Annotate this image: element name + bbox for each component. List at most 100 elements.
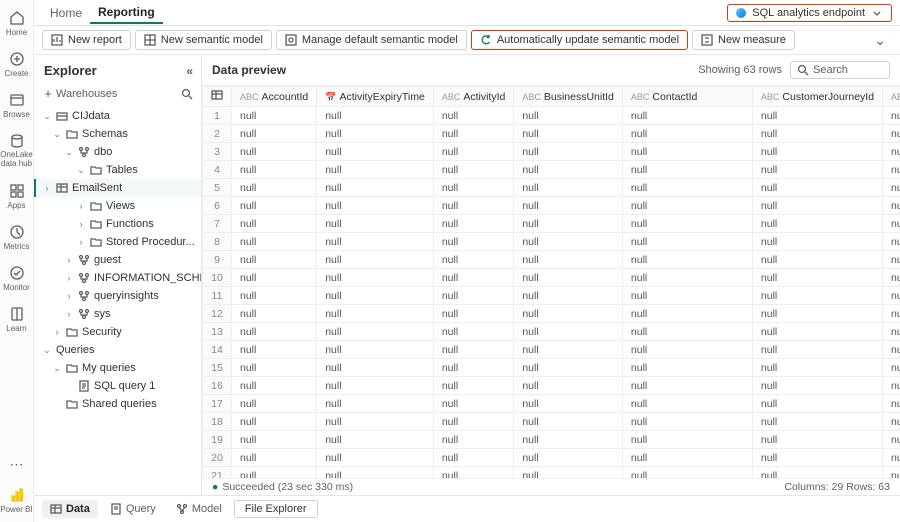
cell[interactable]: null <box>752 107 882 125</box>
cell[interactable]: null <box>433 143 514 161</box>
table-row[interactable]: 9nullnullnullnullnullnullnull <box>203 251 900 269</box>
row-number[interactable]: 4 <box>203 161 232 179</box>
cell[interactable]: null <box>622 467 752 479</box>
grid-corner[interactable] <box>203 87 232 107</box>
table-row[interactable]: 8nullnullnullnullnullnullnull <box>203 233 900 251</box>
file-explorer-button[interactable]: File Explorer <box>234 500 318 518</box>
manage-default-model-button[interactable]: Manage default semantic model <box>276 30 467 50</box>
cell[interactable]: null <box>232 197 317 215</box>
cell[interactable]: null <box>433 107 514 125</box>
row-number[interactable]: 2 <box>203 125 232 143</box>
cell[interactable]: null <box>514 431 623 449</box>
cell[interactable]: null <box>433 269 514 287</box>
endpoint-selector[interactable]: SQL analytics endpoint <box>727 4 892 22</box>
cell[interactable]: null <box>317 431 434 449</box>
tab-reporting[interactable]: Reporting <box>90 1 163 24</box>
cell[interactable]: null <box>514 377 623 395</box>
row-number[interactable]: 14 <box>203 341 232 359</box>
cell[interactable]: null <box>883 305 900 323</box>
cell[interactable]: null <box>232 179 317 197</box>
cell[interactable]: null <box>232 233 317 251</box>
tree-node-emailsent[interactable]: ›EmailSent <box>34 179 201 197</box>
table-row[interactable]: 7nullnullnullnullnullnullnull <box>203 215 900 233</box>
cell[interactable]: null <box>622 323 752 341</box>
search-input[interactable]: Search <box>790 61 890 79</box>
cell[interactable]: null <box>514 143 623 161</box>
cell[interactable]: null <box>622 395 752 413</box>
cell[interactable]: null <box>433 323 514 341</box>
cell[interactable]: null <box>622 179 752 197</box>
new-semantic-model-button[interactable]: New semantic model <box>135 30 272 50</box>
cell[interactable]: null <box>752 215 882 233</box>
row-number[interactable]: 1 <box>203 107 232 125</box>
row-number[interactable]: 8 <box>203 233 232 251</box>
explorer-warehouses-row[interactable]: + Warehouses <box>34 82 201 107</box>
table-row[interactable]: 10nullnullnullnullnullnullnull <box>203 269 900 287</box>
cell[interactable]: null <box>232 395 317 413</box>
cell[interactable]: null <box>883 395 900 413</box>
cell[interactable]: null <box>232 449 317 467</box>
cell[interactable]: null <box>622 341 752 359</box>
cell[interactable]: null <box>752 143 882 161</box>
cell[interactable]: null <box>752 233 882 251</box>
cell[interactable]: null <box>752 467 882 479</box>
cell[interactable]: null <box>883 125 900 143</box>
cell[interactable]: null <box>883 215 900 233</box>
cell[interactable]: null <box>232 377 317 395</box>
bottom-tab-data[interactable]: Data <box>42 500 98 518</box>
cell[interactable]: null <box>433 251 514 269</box>
cell[interactable]: null <box>752 431 882 449</box>
cell[interactable]: null <box>514 467 623 479</box>
cell[interactable]: null <box>883 251 900 269</box>
cell[interactable]: null <box>232 413 317 431</box>
cell[interactable]: null <box>232 323 317 341</box>
cell[interactable]: null <box>622 377 752 395</box>
cell[interactable]: null <box>514 215 623 233</box>
cell[interactable]: null <box>232 215 317 233</box>
cell[interactable]: null <box>232 107 317 125</box>
cell[interactable]: null <box>883 449 900 467</box>
cell[interactable]: null <box>883 467 900 479</box>
cell[interactable]: null <box>317 179 434 197</box>
table-row[interactable]: 20nullnullnullnullnullnullnull <box>203 449 900 467</box>
rail-powerbi[interactable]: Power BI <box>0 481 33 522</box>
column-header[interactable]: ABCCustomerJourney <box>883 87 900 107</box>
rail-learn[interactable]: Learn <box>0 300 33 341</box>
row-number[interactable]: 20 <box>203 449 232 467</box>
cell[interactable]: null <box>317 143 434 161</box>
table-row[interactable]: 1nullnullnullnullnullnullnull <box>203 107 900 125</box>
cell[interactable]: null <box>883 179 900 197</box>
cell[interactable]: null <box>883 359 900 377</box>
cell[interactable]: null <box>317 197 434 215</box>
cell[interactable]: null <box>514 233 623 251</box>
tab-home[interactable]: Home <box>42 2 90 23</box>
cell[interactable]: null <box>883 287 900 305</box>
row-number[interactable]: 5 <box>203 179 232 197</box>
cell[interactable]: null <box>622 197 752 215</box>
column-header[interactable]: ABCAccountId <box>232 87 317 107</box>
cell[interactable]: null <box>752 125 882 143</box>
column-header[interactable]: ABCCustomerJourneyId <box>752 87 882 107</box>
table-row[interactable]: 11nullnullnullnullnullnullnull <box>203 287 900 305</box>
row-number[interactable]: 6 <box>203 197 232 215</box>
cell[interactable]: null <box>752 341 882 359</box>
toolbar-overflow[interactable]: ⌄ <box>868 32 892 49</box>
tree-node-information-schema[interactable]: ›INFORMATION_SCHE... <box>34 269 201 287</box>
cell[interactable]: null <box>232 269 317 287</box>
column-header[interactable]: 📅ActivityExpiryTime <box>317 87 434 107</box>
tree-node-security[interactable]: ›Security <box>34 323 201 341</box>
cell[interactable]: null <box>883 269 900 287</box>
new-report-button[interactable]: New report <box>42 30 131 50</box>
cell[interactable]: null <box>883 413 900 431</box>
tree-node-sql-query-1[interactable]: SQL query 1 <box>34 377 201 395</box>
cell[interactable]: null <box>752 161 882 179</box>
cell[interactable]: null <box>514 125 623 143</box>
cell[interactable]: null <box>514 395 623 413</box>
table-row[interactable]: 21nullnullnullnullnullnullnull <box>203 467 900 479</box>
cell[interactable]: null <box>514 179 623 197</box>
tree-node-dbo[interactable]: ⌄dbo <box>34 143 201 161</box>
row-number[interactable]: 17 <box>203 395 232 413</box>
rail-apps[interactable]: Apps <box>0 177 33 218</box>
column-header[interactable]: ABCContactId <box>622 87 752 107</box>
cell[interactable]: null <box>514 305 623 323</box>
